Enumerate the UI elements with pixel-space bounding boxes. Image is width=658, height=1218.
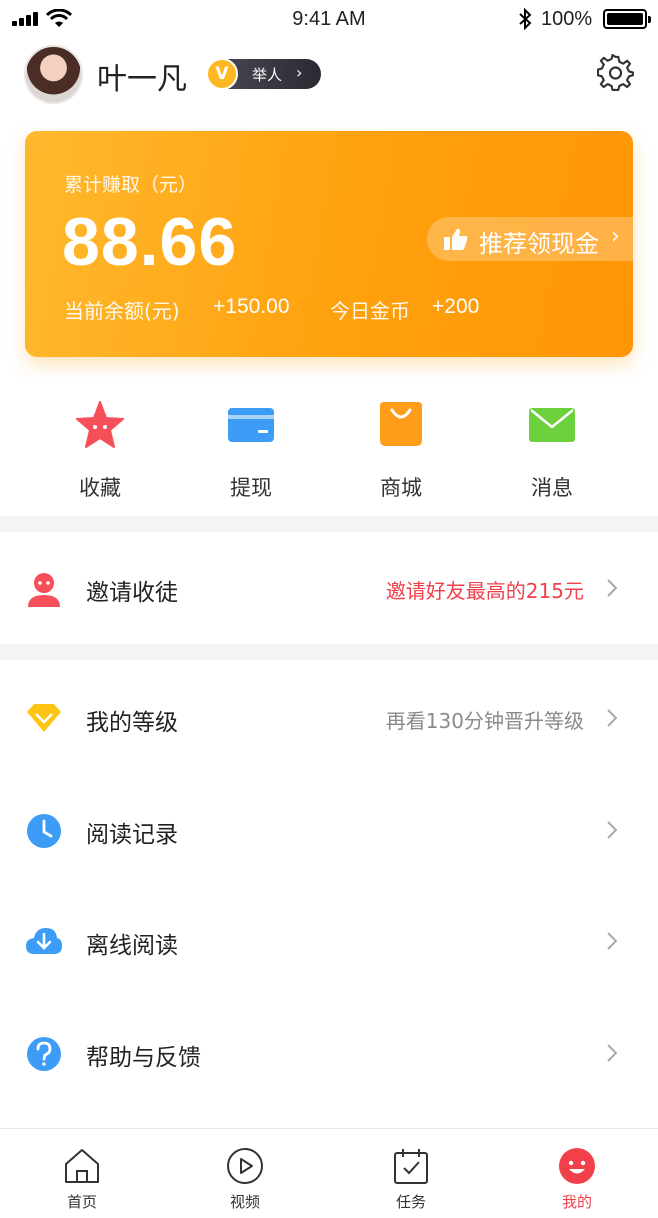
recommend-cash-button[interactable]: 推荐领现金 ›	[427, 217, 633, 261]
quick-action-messages[interactable]: 消息	[502, 400, 602, 500]
home-icon	[65, 1149, 99, 1183]
menu-item-reading-history[interactable]: 阅读记录	[0, 775, 658, 885]
invite-user-icon	[28, 573, 60, 607]
chevron-right-icon: ›	[296, 63, 303, 82]
battery-icon	[603, 9, 651, 29]
menu-item-title: 我的等级	[86, 710, 178, 736]
tab-video[interactable]: 视频	[190, 1129, 300, 1218]
quick-action-label: 商城	[380, 476, 422, 500]
chevron-right-icon	[607, 579, 618, 597]
help-icon	[27, 1037, 61, 1071]
coins-value: +200	[432, 295, 480, 318]
chevron-right-icon	[607, 1044, 618, 1062]
earnings-label: 累计赚取（元）	[64, 174, 198, 196]
bluetooth-icon	[519, 8, 532, 30]
profile-header: 叶一凡 V 举人 ›	[24, 44, 634, 106]
avatar[interactable]	[24, 45, 83, 104]
play-icon	[227, 1148, 263, 1184]
envelope-icon	[529, 408, 575, 442]
coins-label: 今日金币	[330, 299, 410, 323]
menu-item-hint: 邀请好友最高的215元	[385, 579, 584, 603]
section-divider	[0, 516, 658, 532]
cloud-download-icon	[26, 928, 62, 954]
menu-item-hint: 再看130分钟晋升等级	[385, 709, 584, 733]
menu-item-title: 阅读记录	[86, 822, 178, 848]
star-icon	[76, 401, 124, 448]
shopping-bag-icon	[380, 402, 422, 446]
level-badge[interactable]: V 举人 ›	[206, 58, 321, 90]
tab-tasks[interactable]: 任务	[356, 1129, 466, 1218]
tab-label: 任务	[395, 1193, 426, 1211]
menu-item-level[interactable]: 我的等级 再看130分钟晋升等级	[0, 663, 658, 773]
smiley-icon	[559, 1148, 595, 1184]
level-label: 举人	[252, 66, 283, 84]
level-coin-icon: V	[206, 58, 238, 90]
quick-action-label: 收藏	[79, 476, 121, 500]
menu-item-invite[interactable]: 邀请收徒 邀请好友最高的215元	[0, 533, 658, 643]
status-bar: 9:41 AM 100%	[0, 0, 658, 40]
section-divider	[0, 644, 658, 660]
recommend-label: 推荐领现金	[479, 230, 599, 258]
thumbs-up-icon	[444, 228, 468, 250]
quick-action-label: 消息	[531, 476, 573, 500]
settings-gear-icon[interactable]	[597, 54, 635, 92]
username: 叶一凡	[97, 62, 187, 97]
earnings-amount: 88.66	[62, 204, 238, 280]
chevron-right-icon	[607, 821, 618, 839]
tab-label: 我的	[561, 1193, 592, 1211]
quick-action-mall[interactable]: 商城	[351, 400, 451, 500]
menu-item-offline-reading[interactable]: 离线阅读	[0, 886, 658, 996]
clock-icon	[27, 814, 61, 848]
chevron-right-icon: ›	[611, 224, 620, 249]
quick-action-label: 提现	[230, 476, 272, 500]
menu-item-title: 邀请收徒	[86, 580, 178, 606]
diamond-icon	[27, 704, 61, 732]
balance-value: +150.00	[213, 295, 290, 318]
balance-label: 当前余额(元)	[64, 299, 180, 323]
menu-item-title: 帮助与反馈	[86, 1045, 201, 1071]
battery-percent: 100%	[541, 8, 593, 30]
tab-mine[interactable]: 我的	[522, 1129, 632, 1218]
quick-action-favorites[interactable]: 收藏	[50, 400, 150, 500]
menu-item-title: 离线阅读	[86, 933, 178, 959]
tab-home[interactable]: 首页	[27, 1129, 137, 1218]
earnings-card: 累计赚取（元） 88.66 推荐领现金 › 当前余额(元) +150.00 今日…	[25, 131, 633, 357]
task-calendar-icon	[394, 1149, 428, 1184]
chevron-right-icon	[607, 709, 618, 727]
menu-item-help-feedback[interactable]: 帮助与反馈	[0, 998, 658, 1108]
tab-label: 视频	[229, 1193, 260, 1211]
card-icon	[228, 408, 274, 442]
bottom-tab-bar: 首页 视频 任务 我的	[0, 1128, 658, 1218]
tab-label: 首页	[66, 1193, 97, 1211]
quick-action-withdraw[interactable]: 提现	[201, 400, 301, 500]
chevron-right-icon	[607, 932, 618, 950]
